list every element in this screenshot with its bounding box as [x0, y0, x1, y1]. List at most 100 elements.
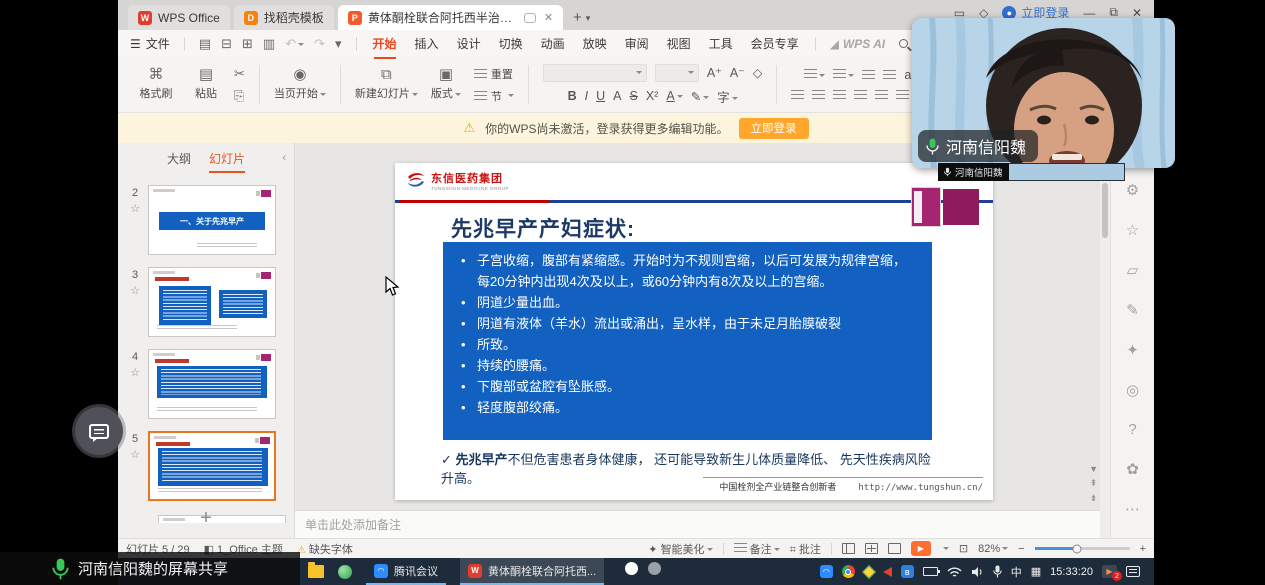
browser-icon[interactable]: [338, 565, 352, 579]
vertical-scrollbar[interactable]: [1100, 143, 1110, 538]
numbering-icon[interactable]: [833, 68, 854, 82]
shapes-icon[interactable]: ▱: [1127, 261, 1139, 279]
new-tab-button[interactable]: +: [573, 9, 582, 26]
dot-white[interactable]: [625, 562, 638, 575]
zoom-in-button[interactable]: +: [1140, 543, 1146, 555]
tab-outline[interactable]: 大纲: [167, 150, 191, 167]
fit-slide-icon[interactable]: ⊡: [959, 542, 968, 555]
chrome-tray-icon[interactable]: [842, 565, 855, 578]
format-painter-button[interactable]: ⌘ 格式刷: [134, 68, 178, 101]
menu-tab-slideshow[interactable]: 放映: [581, 33, 609, 54]
next-slide-icon[interactable]: ⇟: [1090, 493, 1098, 504]
decrease-font-icon[interactable]: A⁻: [730, 65, 745, 80]
scrollbar-thumb[interactable]: [1102, 183, 1108, 238]
action-center-icon[interactable]: [1126, 566, 1140, 577]
section-button[interactable]: 节: [474, 88, 514, 104]
properties-icon[interactable]: ⚙: [1126, 181, 1139, 199]
slide-thumbnail-4[interactable]: [148, 349, 276, 419]
paste-button[interactable]: ▤ 粘贴: [184, 68, 228, 101]
star-icon[interactable]: ☆: [130, 202, 140, 215]
print-preview-icon[interactable]: ▥: [263, 36, 275, 52]
file-explorer-icon[interactable]: [308, 565, 324, 578]
copy-icon[interactable]: ⎘: [234, 88, 245, 104]
tab-list-caret-icon[interactable]: ▾: [586, 13, 591, 24]
collapse-panel-icon[interactable]: ‹: [282, 152, 286, 164]
slide-body-box[interactable]: 子宫收缩，腹部有紧缩感。开始时为不规则宫缩，以后可发展为规律宫缩，每20分钟内出…: [443, 242, 932, 440]
tab-docer-templates[interactable]: D 找稻壳模板: [234, 5, 334, 30]
menu-tab-insert[interactable]: 插入: [413, 33, 441, 54]
magic-wand-icon[interactable]: ✦: [1126, 341, 1139, 359]
task-wps-document[interactable]: W 黄体酮栓联合阿托西...: [460, 558, 604, 585]
text-effect-icon[interactable]: 字: [717, 87, 738, 106]
speaker-icon[interactable]: [971, 566, 984, 578]
menu-tab-review[interactable]: 审阅: [623, 33, 651, 54]
menu-tab-animation[interactable]: 动画: [539, 33, 567, 54]
italic-icon[interactable]: I: [585, 89, 588, 103]
slideshow-play-button[interactable]: ▶: [911, 541, 931, 556]
security-tray-icon[interactable]: [862, 564, 876, 578]
play-from-page-button[interactable]: ◉ 当页开始: [274, 68, 326, 101]
justify-icon[interactable]: [854, 90, 867, 100]
missing-font-warning[interactable]: ⚠ 缺失字体: [297, 541, 353, 557]
new-slide-button[interactable]: ⧉ 新建幻灯片: [355, 68, 418, 101]
task-tencent-meeting[interactable]: ◠ 腾讯会议: [366, 558, 446, 585]
meeting-chat-bubble[interactable]: [75, 407, 123, 455]
wifi-icon[interactable]: [947, 566, 962, 578]
zoom-out-button[interactable]: −: [1018, 543, 1024, 555]
align-center-icon[interactable]: [812, 90, 825, 100]
decrease-indent-icon[interactable]: [862, 70, 875, 80]
menu-tab-view[interactable]: 视图: [665, 33, 693, 54]
wps-ai-button[interactable]: ◢ WPS AI: [830, 37, 885, 51]
char-shading-icon[interactable]: A: [613, 89, 621, 103]
align-right-icon[interactable]: [833, 90, 846, 100]
menu-tab-design[interactable]: 设计: [455, 33, 483, 54]
chat-bubble-icon[interactable]: [524, 13, 536, 23]
menu-tab-member[interactable]: 会员专享: [749, 33, 801, 54]
save-icon[interactable]: ▤: [199, 36, 211, 52]
star-icon[interactable]: ☆: [130, 366, 140, 379]
strikethrough-icon[interactable]: S: [630, 89, 638, 103]
increase-indent-icon[interactable]: [883, 70, 896, 80]
add-slide-button[interactable]: +: [118, 507, 294, 530]
increase-font-icon[interactable]: A⁺: [707, 65, 722, 80]
scroll-down-icon[interactable]: ▼: [1089, 464, 1098, 474]
reading-view-icon[interactable]: [888, 543, 901, 554]
ime-indicator[interactable]: 中: [1011, 564, 1022, 580]
tab-slides[interactable]: 幻灯片: [209, 150, 245, 167]
export-icon[interactable]: ⊟: [221, 36, 232, 52]
close-tab-icon[interactable]: ✕: [544, 11, 553, 24]
menu-tab-tools[interactable]: 工具: [707, 33, 735, 54]
previous-slide-icon[interactable]: ⇞: [1090, 478, 1098, 489]
layout-button[interactable]: ▣ 版式: [424, 68, 468, 101]
slide-5[interactable]: 东信医药集团 TUNGSHUN MEDICINE GROUP 先兆早产产妇症状:: [395, 163, 993, 500]
star-icon[interactable]: ☆: [130, 284, 140, 297]
underline-icon[interactable]: U: [596, 89, 605, 103]
tab-wps-office[interactable]: W WPS Office: [128, 5, 230, 30]
tab-current-document[interactable]: P 黄体酮栓联合阿托西半治疗先... ✕: [338, 5, 563, 30]
zoom-slider-handle[interactable]: [1073, 544, 1082, 553]
print-icon[interactable]: ⊞: [242, 36, 253, 52]
reset-button[interactable]: 重置: [474, 66, 514, 82]
play-options-caret[interactable]: [943, 547, 949, 550]
normal-view-icon[interactable]: [842, 543, 855, 554]
menu-tab-transition[interactable]: 切换: [497, 33, 525, 54]
meeting-tray-icon[interactable]: ◠: [820, 565, 833, 578]
dot-gray[interactable]: [648, 562, 661, 575]
favorites-icon[interactable]: ☆: [1126, 221, 1139, 239]
font-size-select[interactable]: [655, 64, 699, 82]
microphone-tray-icon[interactable]: [993, 565, 1002, 578]
align-left-icon[interactable]: [791, 90, 804, 100]
bullets-icon[interactable]: [804, 68, 825, 82]
font-color-icon[interactable]: A: [666, 89, 682, 103]
zoom-level[interactable]: 82%: [978, 543, 1008, 555]
battery-icon[interactable]: [923, 567, 938, 576]
touch-keyboard-icon[interactable]: ▦: [1031, 565, 1041, 578]
column-spacing-icon[interactable]: [896, 90, 909, 100]
clock[interactable]: 15:33:20: [1050, 566, 1093, 578]
distribute-icon[interactable]: [875, 90, 888, 100]
undo-icon[interactable]: ↶: [285, 36, 304, 52]
bluetooth-icon[interactable]: ʙ: [901, 565, 914, 578]
notes-button[interactable]: 备注: [734, 541, 780, 557]
more-caret-icon[interactable]: ▾: [335, 36, 342, 52]
webcam-video[interactable]: 河南信阳魏: [912, 18, 1175, 168]
